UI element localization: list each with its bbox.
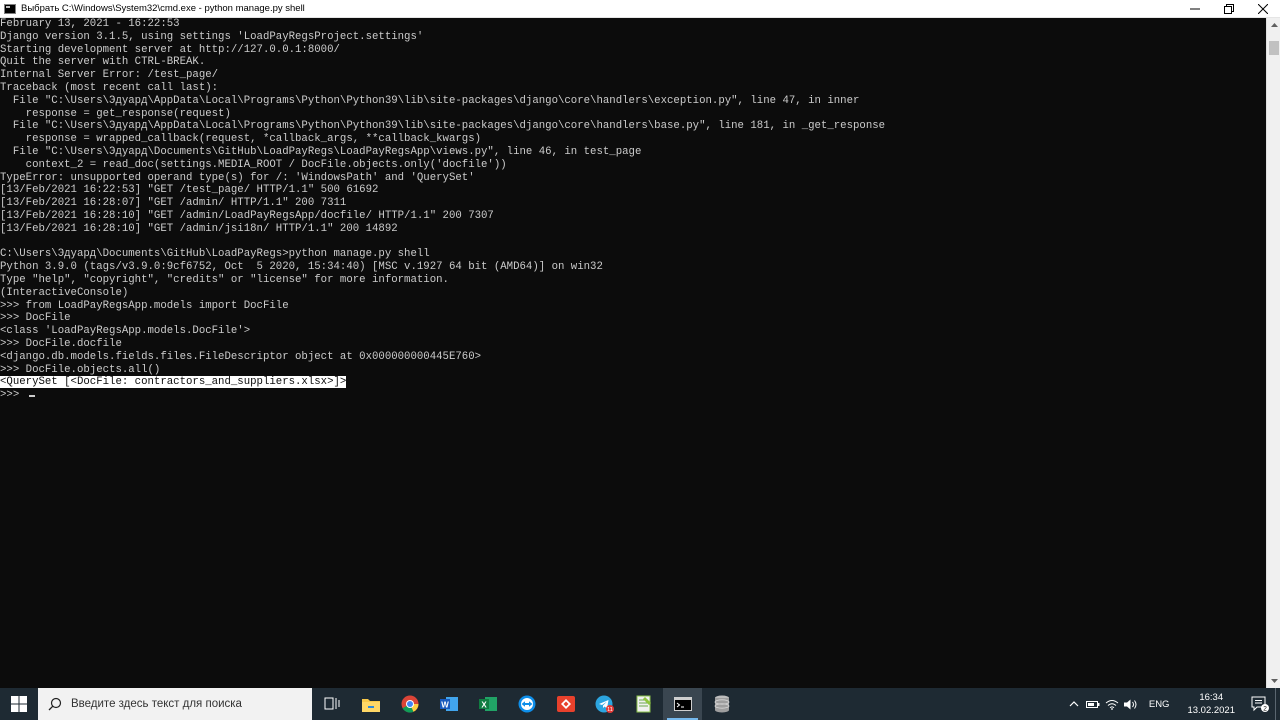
console-output[interactable]: February 13, 2021 - 16:22:53 Django versi… [0,18,1266,688]
console-line: >>> DocFile.objects.all() [0,363,161,376]
battery-button[interactable] [1084,688,1103,720]
system-tray: ENG 16:34 13.02.2021 2 [1065,688,1280,720]
show-desktop-button[interactable] [1275,688,1280,720]
window-titlebar[interactable]: Выбрать C:\Windows\System32\cmd.exe - py… [0,0,1280,18]
vertical-scrollbar[interactable] [1266,18,1280,688]
console-line: TypeError: unsupported operand type(s) f… [0,171,475,184]
console-line: context_2 = read_doc(settings.MEDIA_ROOT… [0,158,507,171]
notification-count: 2 [1263,705,1267,712]
battery-plug-icon [1086,700,1100,708]
anydesk-icon [556,696,575,712]
console-line: Django version 3.1.5, using settings 'Lo… [0,30,424,43]
window-title: Выбрать C:\Windows\System32\cmd.exe - py… [21,3,305,14]
notification-icon: 2 [1251,696,1269,712]
speaker-icon [1124,699,1137,709]
network-button[interactable] [1103,688,1122,720]
console-line: >>> DocFile [0,312,71,325]
clock[interactable]: 16:34 13.02.2021 [1177,691,1245,717]
close-icon [1258,4,1268,14]
taskbar: Введите здесь текст для поиска W X 11 EN… [0,688,1280,720]
excel-button[interactable]: X [468,688,507,720]
windows-logo-icon [11,696,27,712]
clock-time: 16:34 [1199,692,1224,703]
console-line: >>> DocFile.docfile [0,337,122,350]
cmd-icon [673,697,692,711]
console-line: [13/Feb/2021 16:28:10] "GET /admin/LoadP… [0,209,494,222]
notepad-plus-plus-icon [636,695,651,713]
console-line: File "C:\Users\Эдуард\Documents\GitHub\L… [0,145,642,158]
task-view-button[interactable] [312,688,351,720]
action-center-button[interactable]: 2 [1245,688,1275,720]
console-line: Type "help", "copyright", "credits" or "… [0,273,449,286]
minimize-button[interactable] [1178,0,1212,18]
restore-icon [1224,4,1234,14]
wifi-icon [1106,699,1119,710]
console-line: response = get_response(request) [0,107,231,120]
chevron-up-icon [1270,23,1278,27]
console-line: [13/Feb/2021 16:28:07] "GET /admin/ HTTP… [0,197,347,210]
search-icon [48,697,62,711]
shell-prompt: >>> [0,389,26,402]
console-line: File "C:\Users\Эдуард\AppData\Local\Prog… [0,120,886,133]
console-line: response = wrapped_callback(request, *ca… [0,133,482,146]
word-icon: W [439,697,458,711]
console-line: Internal Server Error: /test_page/ [0,69,219,82]
chevron-down-icon [1270,679,1278,683]
volume-button[interactable] [1122,688,1141,720]
chrome-button[interactable] [390,688,429,720]
cmd-button[interactable] [663,688,702,720]
file-explorer-icon [361,698,380,712]
console-line: [13/Feb/2021 16:22:53] "GET /test_page/ … [0,184,379,197]
database-icon [714,695,729,713]
scroll-thumb[interactable] [1269,41,1279,55]
excel-icon: X [478,697,497,711]
start-button[interactable] [0,688,38,720]
anydesk-button[interactable] [546,688,585,720]
search-placeholder: Введите здесь текст для поиска [71,698,242,710]
console-line: Python 3.9.0 (tags/v3.9.0:9cf6752, Oct 5… [0,261,603,274]
console-line: Quit the server with CTRL-BREAK. [0,56,206,69]
language-indicator[interactable]: ENG [1141,699,1178,710]
telegram-badge: 11 [607,707,613,713]
close-button[interactable] [1246,0,1280,18]
scroll-up-button[interactable] [1267,18,1280,32]
console-line: (InteractiveConsole) [0,286,129,299]
maximize-button[interactable] [1212,0,1246,18]
notepad-plus-plus-button[interactable] [624,688,663,720]
database-button[interactable] [702,688,741,720]
task-view-icon [324,697,339,710]
svg-text:W: W [441,701,449,710]
console-line: February 13, 2021 - 16:22:53 [0,18,180,30]
selected-text[interactable]: <QuerySet [<DocFile: contractors_and_sup… [0,376,347,389]
text-cursor [28,395,35,398]
console-line: Starting development server at http://12… [0,43,340,56]
svg-text:X: X [481,701,487,710]
console-line: Traceback (most recent call last): [0,81,219,94]
cmd-icon [4,3,16,14]
console-line: <class 'LoadPayRegsApp.models.DocFile'> [0,325,251,338]
console-line: [13/Feb/2021 16:28:10] "GET /admin/jsi18… [0,222,398,235]
selected-line-wrapper: <QuerySet [<DocFile: contractors_and_sup… [0,376,1266,389]
file-explorer-button[interactable] [351,688,390,720]
scroll-down-button[interactable] [1267,674,1280,688]
console-line: File "C:\Users\Эдуард\AppData\Local\Prog… [0,94,860,107]
minimize-icon [1190,8,1200,10]
clock-date: 13.02.2021 [1187,705,1235,716]
console-line: <django.db.models.fields.files.FileDescr… [0,350,482,363]
show-hidden-icons-button[interactable] [1065,688,1084,720]
console-line: >>> from LoadPayRegsApp.models import Do… [0,299,289,312]
window-controls [1178,0,1280,18]
word-button[interactable]: W [429,688,468,720]
telegram-icon: 11 [595,695,614,713]
chevron-up-icon [1069,701,1079,707]
teamviewer-button[interactable] [507,688,546,720]
console-line: C:\Users\Эдуард\Documents\GitHub\LoadPay… [0,248,430,261]
teamviewer-icon [518,695,535,713]
prompt-line[interactable]: >>> [0,389,1266,402]
taskbar-search[interactable]: Введите здесь текст для поиска [38,688,312,720]
console-text: February 13, 2021 - 16:22:53 Django versi… [0,18,1266,402]
telegram-button[interactable]: 11 [585,688,624,720]
chrome-icon [401,695,419,713]
